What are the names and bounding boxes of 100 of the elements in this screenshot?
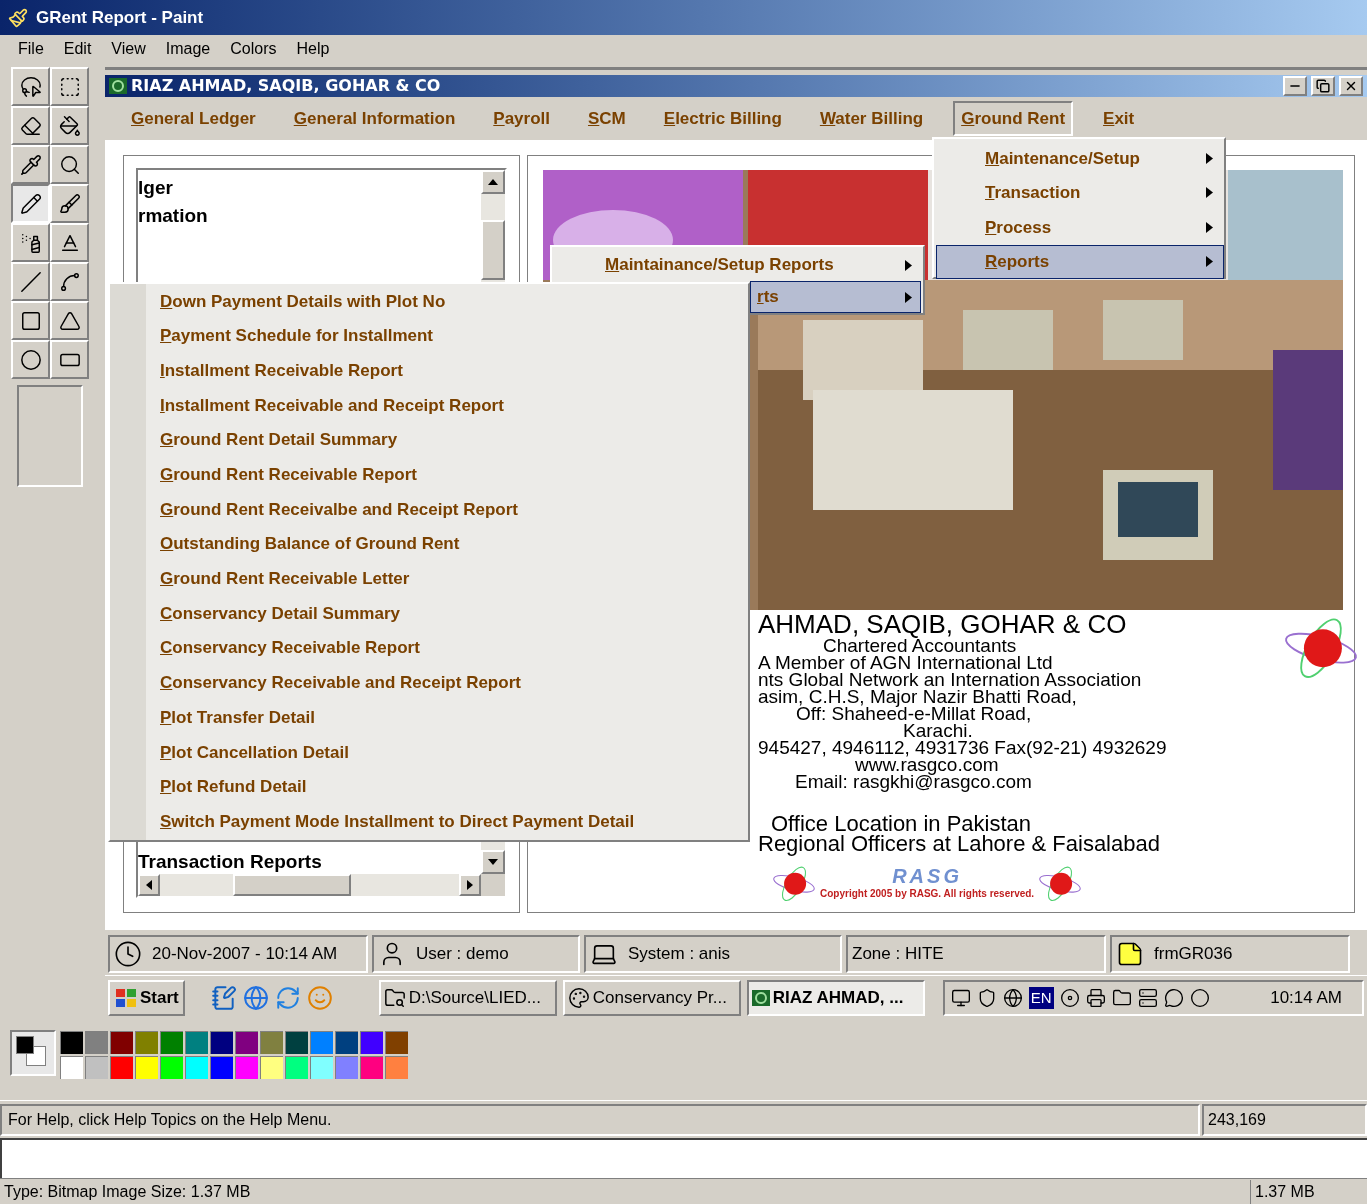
close-button[interactable] — [1339, 76, 1363, 96]
menu-option[interactable]: Conservancy Receivable and Receipt Report — [146, 665, 635, 701]
app-menu-item[interactable]: General Information — [285, 100, 464, 137]
menu-option[interactable]: Reports — [936, 244, 1224, 279]
submenu-arrow-icon — [905, 291, 912, 303]
color-swatch[interactable] — [260, 1056, 283, 1079]
app-menu-item[interactable]: General Ledger — [123, 100, 264, 137]
app-menu-item[interactable]: SCM — [580, 100, 634, 137]
globe-icon — [1038, 864, 1083, 904]
menu-option[interactable]: Ground Rent Receivable Report — [146, 457, 635, 493]
color-swatch[interactable] — [135, 1056, 158, 1079]
color-swatch[interactable] — [110, 1031, 133, 1054]
scroll-thumb[interactable] — [481, 220, 505, 280]
menu-option[interactable]: Installment Receivable Report — [146, 353, 635, 389]
restore-button[interactable] — [1311, 76, 1335, 96]
color-swatch[interactable] — [285, 1031, 308, 1054]
submenu-arrow-icon — [1206, 152, 1213, 164]
folder-icon[interactable] — [1111, 988, 1132, 1008]
current-colors[interactable] — [10, 1030, 56, 1076]
menu-item[interactable]: Image — [165, 36, 211, 61]
menu-option[interactable]: Ground Rent Receivable Letter — [146, 561, 635, 597]
list-item[interactable]: lger — [138, 174, 481, 202]
menu-item[interactable]: Help — [296, 36, 330, 61]
menu-option[interactable]: Outstanding Balance of Ground Rent — [146, 526, 635, 562]
menu-option[interactable]: Process — [936, 210, 1224, 245]
app-menu-item[interactable]: Payroll — [485, 100, 558, 137]
color-swatch[interactable] — [160, 1056, 183, 1079]
list-item[interactable]: rmation — [138, 202, 481, 230]
scroll-up-button[interactable] — [481, 170, 505, 194]
chat-icon[interactable] — [1163, 988, 1184, 1008]
color-swatch[interactable] — [285, 1056, 308, 1079]
menu-option[interactable]: rts — [750, 281, 921, 313]
color-swatch[interactable] — [385, 1031, 408, 1054]
circle-icon[interactable] — [1189, 988, 1210, 1008]
menu-option[interactable]: Ground Rent Detail Summary — [146, 422, 635, 458]
menu-option[interactable]: Down Payment Details with Plot No — [146, 284, 635, 319]
color-swatch[interactable] — [135, 1031, 158, 1054]
color-swatch[interactable] — [185, 1031, 208, 1054]
color-swatch[interactable] — [310, 1031, 333, 1054]
task-button[interactable]: Conservancy Pr... — [562, 980, 741, 1016]
color-swatch[interactable] — [210, 1031, 233, 1054]
menu-option[interactable]: Conservancy Detail Summary — [146, 596, 635, 631]
status-text: System : anis — [628, 943, 731, 966]
menu-option[interactable]: Ground Rent Receivalbe and Receipt Report — [146, 492, 635, 527]
app-menu-item[interactable]: Exit — [1095, 100, 1143, 137]
minimize-button[interactable] — [1283, 76, 1307, 96]
app-menu-item[interactable]: Ground Rent — [953, 100, 1074, 137]
color-swatch[interactable] — [385, 1056, 408, 1079]
menu-item[interactable]: File — [18, 36, 44, 61]
menu-option[interactable]: Maintainance/Setup Reports — [592, 249, 921, 281]
color-swatch[interactable] — [85, 1031, 108, 1054]
printer-icon[interactable] — [1085, 988, 1106, 1008]
server-icon[interactable] — [1137, 988, 1158, 1008]
list-item[interactable]: Transaction Reports — [138, 850, 481, 874]
scroll-thumb[interactable] — [233, 874, 351, 896]
color-swatch[interactable] — [360, 1056, 383, 1079]
app-menu-item[interactable]: Water Billing — [811, 100, 932, 137]
color-swatch[interactable] — [60, 1031, 83, 1054]
menu-option[interactable]: Plot Refund Detail — [146, 769, 635, 805]
menu-option[interactable]: Installment Receivable and Receipt Report — [146, 388, 635, 423]
globe-tray-icon[interactable] — [1002, 988, 1023, 1008]
menu-option[interactable]: Transaction — [936, 175, 1224, 210]
menu-option[interactable]: Plot Cancellation Detail — [146, 734, 635, 770]
start-button[interactable]: Start — [108, 980, 185, 1016]
disc-icon[interactable] — [1059, 988, 1080, 1008]
browser-icon[interactable] — [242, 985, 269, 1011]
color-swatch[interactable] — [360, 1031, 383, 1054]
color-swatch[interactable] — [160, 1031, 183, 1054]
menu-option[interactable]: Plot Transfer Detail — [146, 700, 635, 735]
horizontal-scrollbar[interactable] — [138, 874, 481, 896]
color-swatch[interactable] — [210, 1056, 233, 1079]
tool-button[interactable] — [11, 184, 50, 223]
app-menu-item[interactable]: Electric Billing — [655, 100, 790, 137]
notepad-icon[interactable] — [210, 985, 237, 1011]
color-swatch[interactable] — [260, 1031, 283, 1054]
spray-can-icon — [19, 231, 42, 254]
color-swatch[interactable] — [85, 1056, 108, 1079]
menu-option[interactable]: Maintenance/Setup — [936, 141, 1224, 176]
color-swatch[interactable] — [335, 1031, 358, 1054]
language-indicator[interactable]: EN — [1028, 986, 1054, 1010]
color-swatch[interactable] — [185, 1056, 208, 1079]
menu-option[interactable]: Switch Payment Mode Installment to Direct Payment Detail — [146, 804, 635, 839]
menu-item[interactable]: View — [111, 36, 146, 61]
sync-icon[interactable] — [274, 985, 301, 1011]
scroll-left-button[interactable] — [138, 874, 160, 896]
menu-option[interactable]: Payment Schedule for Installment — [146, 318, 635, 354]
network-icon[interactable] — [950, 988, 971, 1008]
task-button[interactable]: D:\Source\LIED... — [378, 980, 557, 1016]
scroll-right-button[interactable] — [459, 874, 481, 896]
color-swatch[interactable] — [335, 1056, 358, 1079]
task-button[interactable]: RIAZ AHMAD, ... — [746, 980, 925, 1016]
color-swatch[interactable] — [60, 1056, 83, 1079]
menu-item[interactable]: Colors — [230, 36, 277, 61]
scroll-down-button[interactable] — [481, 850, 505, 874]
color-swatch[interactable] — [235, 1031, 258, 1054]
menu-item[interactable]: Edit — [63, 36, 92, 61]
color-swatch[interactable] — [310, 1056, 333, 1079]
menu-option[interactable]: Conservancy Receivable Report — [146, 630, 635, 666]
color-swatch[interactable] — [110, 1056, 133, 1079]
color-swatch[interactable] — [235, 1056, 258, 1079]
